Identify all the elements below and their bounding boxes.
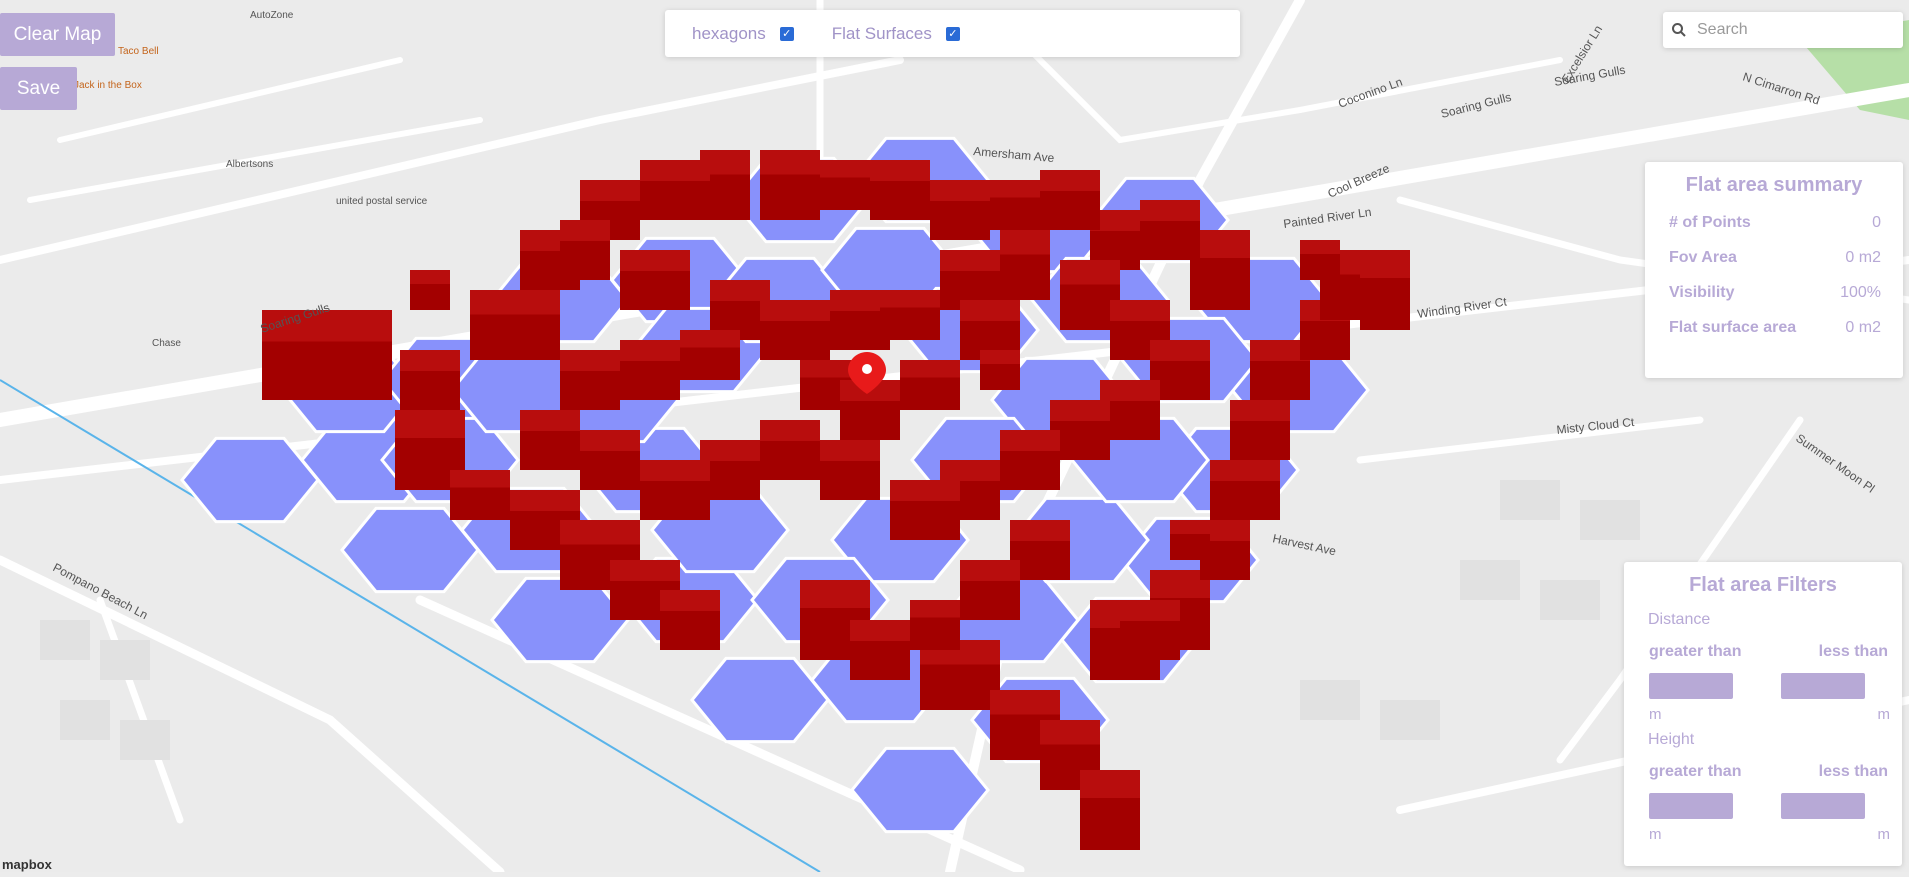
building-block xyxy=(1000,230,1050,300)
building-block xyxy=(880,290,940,340)
mapbox-attribution[interactable]: mapbox xyxy=(2,857,52,872)
building-block xyxy=(1360,250,1410,330)
summary-row-fov-area: Fov Area 0 m2 xyxy=(1669,249,1881,266)
distance-less-label: less than xyxy=(1818,643,1888,660)
summary-title: Flat area summary xyxy=(1685,174,1863,196)
poi-albertsons: Albertsons xyxy=(226,159,273,170)
flat-surfaces-label: Flat Surfaces xyxy=(831,23,932,43)
building-block xyxy=(990,180,1040,230)
height-less-label: less than xyxy=(1818,763,1888,780)
flat-area-summary-panel: Flat area summary # of Points 0 Fov Area 0… xyxy=(1645,162,1903,378)
distance-max-input[interactable] xyxy=(1781,673,1865,699)
building-block xyxy=(580,430,640,490)
height-label: Height xyxy=(1648,731,1695,748)
height-max-unit: m xyxy=(1877,826,1891,843)
height-min-unit: m xyxy=(1649,826,1662,843)
building-block xyxy=(620,340,680,400)
layer-toggles: hexagons ✓ Flat Surfaces ✓ xyxy=(665,10,1240,57)
building-block xyxy=(1230,400,1290,460)
search-box xyxy=(1663,12,1903,48)
building-block xyxy=(1300,240,1340,280)
building-block xyxy=(660,590,720,650)
building-block xyxy=(640,460,710,520)
poi-chase: Chase xyxy=(152,338,181,349)
building-block xyxy=(560,220,610,280)
building-block xyxy=(410,270,450,310)
poi-autozone: AutoZone xyxy=(250,10,294,21)
building-block xyxy=(850,620,910,680)
building-block xyxy=(820,440,880,500)
building-block xyxy=(620,250,690,310)
building-block xyxy=(870,160,930,220)
building-block xyxy=(1120,600,1180,660)
distance-greater-label: greater than xyxy=(1649,643,1742,660)
distance-min-input[interactable] xyxy=(1649,673,1733,699)
building-block xyxy=(760,150,820,220)
building-block xyxy=(450,470,510,520)
building-block xyxy=(760,420,820,480)
building-block xyxy=(960,560,1020,620)
building-block xyxy=(1000,430,1060,490)
flat-surfaces-checkbox[interactable]: ✓ xyxy=(945,26,960,41)
filters-title: Flat area Filters xyxy=(1689,574,1837,596)
hexagons-label: hexagons xyxy=(692,23,766,43)
distance-min-unit: m xyxy=(1649,706,1662,723)
distance-max-unit: m xyxy=(1877,706,1891,723)
summary-row-points: # of Points 0 xyxy=(1669,214,1881,231)
building-block xyxy=(890,480,960,540)
flat-area-filters-panel: Flat area Filters Distance greater than … xyxy=(1624,562,1902,866)
height-max-input[interactable] xyxy=(1781,793,1865,819)
building-block xyxy=(680,330,740,380)
poi-jack-in-the-box: Jack in the Box xyxy=(74,80,142,91)
building-block xyxy=(820,160,870,210)
building-block xyxy=(1040,170,1100,230)
clear-map-button[interactable]: Clear Map xyxy=(0,13,115,56)
building-block xyxy=(910,600,960,650)
building-block xyxy=(1080,770,1140,850)
building-block xyxy=(1170,520,1210,560)
map-canvas[interactable]: Soaring Gulls Amersham Ave Painted River… xyxy=(0,0,1909,877)
building-block xyxy=(470,290,560,360)
building-block xyxy=(760,300,830,360)
poi-ups: united postal service xyxy=(336,196,428,207)
building-block xyxy=(930,180,990,240)
search-input[interactable] xyxy=(1695,20,1899,40)
summary-row-flat-surface-area: Flat surface area 0 m2 xyxy=(1669,319,1881,336)
building-block xyxy=(560,350,620,410)
save-button[interactable]: Save xyxy=(0,67,77,110)
building-block xyxy=(520,410,580,470)
height-greater-label: greater than xyxy=(1649,763,1742,780)
building-block xyxy=(980,350,1020,390)
building-block xyxy=(640,160,710,220)
distance-label: Distance xyxy=(1648,611,1711,628)
building-block xyxy=(1140,200,1200,260)
building-block xyxy=(900,360,960,410)
height-min-input[interactable] xyxy=(1649,793,1733,819)
building-block xyxy=(1210,460,1280,520)
summary-row-visibility: Visibility 100% xyxy=(1669,284,1881,301)
poi-taco-bell: Taco Bell xyxy=(118,46,159,57)
search-icon xyxy=(1672,23,1686,37)
building-block xyxy=(400,350,460,410)
building-block xyxy=(920,640,1000,710)
hexagons-checkbox[interactable]: ✓ xyxy=(779,26,794,41)
